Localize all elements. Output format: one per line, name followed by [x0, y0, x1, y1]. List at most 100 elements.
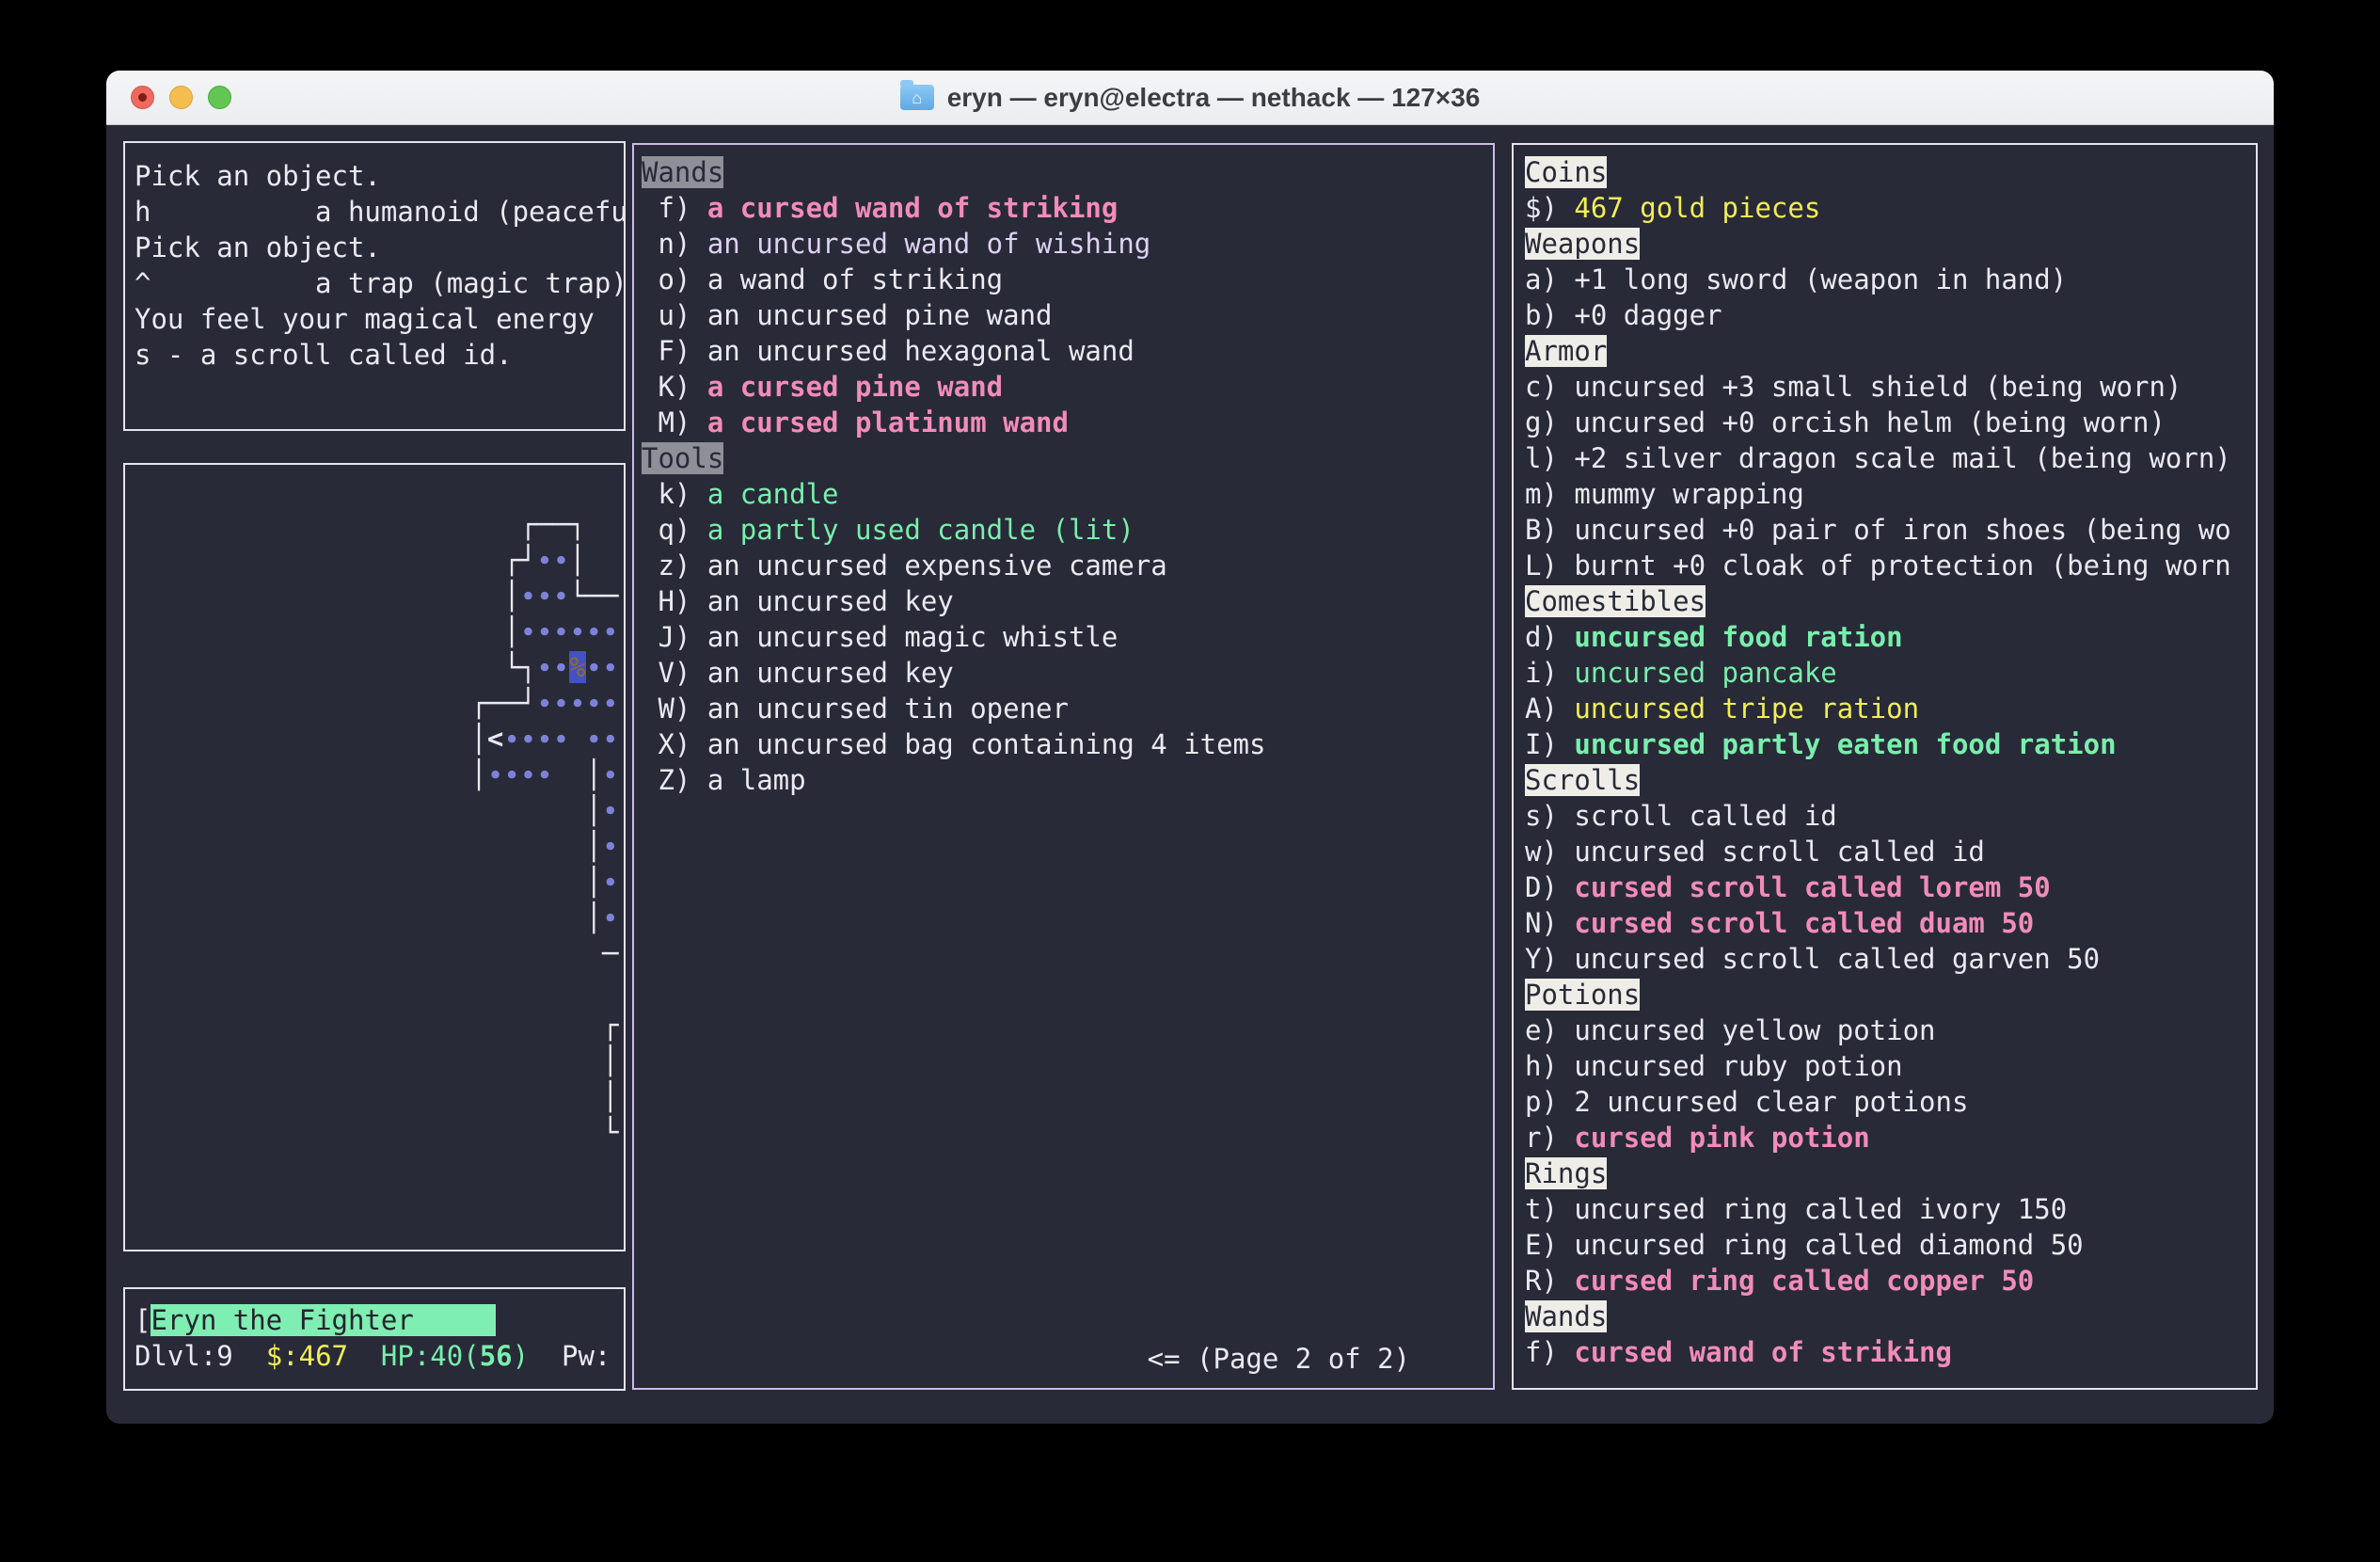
item-selector-letter: q)	[642, 514, 707, 546]
floor-dot: ∙	[520, 580, 536, 612]
inventory-item[interactable]: s) scroll called id	[1525, 798, 2256, 834]
inventory-item[interactable]: e) uncursed yellow potion	[1525, 1012, 2256, 1048]
inventory-item[interactable]: q) a partly used candle (lit)	[642, 512, 1493, 548]
inventory-item[interactable]: R) cursed ring called copper 50	[1525, 1263, 2256, 1299]
item-selector-letter: g)	[1525, 406, 1574, 438]
floor-dot: ∙	[536, 651, 552, 683]
item-selector-letter: H)	[642, 585, 707, 617]
floor-dot: ∙	[602, 651, 618, 683]
close-button[interactable]	[131, 86, 154, 109]
floor-dot: ∙	[586, 687, 602, 719]
floor-dot: ∙	[503, 723, 519, 755]
inventory-item[interactable]: I) uncursed partly eaten food ration	[1525, 726, 2256, 762]
inventory-item[interactable]: M) a cursed platinum wand	[642, 405, 1493, 440]
inventory-item[interactable]: h) uncursed ruby potion	[1525, 1048, 2256, 1084]
inventory-item[interactable]: B) uncursed +0 pair of iron shoes (being…	[1525, 512, 2256, 548]
floor-dot: ∙	[553, 651, 569, 683]
inventory-item[interactable]: p) 2 uncursed clear potions	[1525, 1084, 2256, 1120]
inventory-item[interactable]: K) a cursed pine wand	[642, 369, 1493, 405]
map-row: │∙∙∙└──	[142, 578, 624, 614]
inventory-item[interactable]: V) an uncursed key	[642, 655, 1493, 691]
item-label: a wand of striking	[707, 263, 1003, 295]
item-selector-letter: a)	[1525, 263, 1574, 295]
map-row: ┌	[142, 1007, 624, 1043]
inventory-item[interactable]: W) an uncursed tin opener	[642, 691, 1493, 726]
inventory-item[interactable]: D) cursed scroll called lorem 50	[1525, 869, 2256, 905]
inventory-item[interactable]: Z) a lamp	[642, 762, 1493, 798]
item-selector-letter: l)	[1525, 442, 1574, 474]
wall-glyph: │	[569, 544, 585, 576]
floor-dot: ∙	[520, 758, 536, 790]
item-selector-letter: Z)	[642, 764, 707, 796]
inventory-item[interactable]: d) uncursed food ration	[1525, 619, 2256, 655]
inventory-item[interactable]: o) a wand of striking	[642, 262, 1493, 297]
inventory-item[interactable]: X) an uncursed bag containing 4 items	[642, 726, 1493, 762]
item-label: an uncursed bag containing 4 items	[707, 728, 1266, 760]
inventory-item[interactable]: a) +1 long sword (weapon in hand)	[1525, 262, 2256, 297]
inventory-item[interactable]: f) cursed wand of striking	[1525, 1334, 2256, 1370]
map-row: ─	[142, 935, 624, 971]
inventory-item[interactable]: z) an uncursed expensive camera	[642, 548, 1493, 583]
map-row: │∙∙∙∙∙∙	[142, 614, 624, 649]
wall-glyph: │	[470, 723, 486, 755]
floor-dot: ∙	[487, 758, 503, 790]
item-label: uncursed ring called diamond 50	[1574, 1229, 2083, 1261]
item-label: an uncursed key	[707, 585, 954, 617]
inventory-item[interactable]: b) +0 dagger	[1525, 297, 2256, 333]
item-selector-letter: L)	[1525, 550, 1574, 582]
inventory-item[interactable]: w) uncursed scroll called id	[1525, 834, 2256, 869]
item-label: scroll called id	[1574, 800, 1836, 832]
inventory-item[interactable]: l) +2 silver dragon scale mail (being wo…	[1525, 440, 2256, 476]
inventory-item[interactable]: E) uncursed ring called diamond 50	[1525, 1227, 2256, 1263]
wall-glyph: │	[586, 794, 602, 826]
inventory-item[interactable]: N) cursed scroll called duam 50	[1525, 905, 2256, 941]
floor-dot: ∙	[553, 544, 569, 576]
minimize-button[interactable]	[169, 86, 193, 109]
item-selector-letter: t)	[1525, 1193, 1574, 1225]
inventory-item[interactable]: t) uncursed ring called ivory 150	[1525, 1191, 2256, 1227]
inventory-item[interactable]: J) an uncursed magic whistle	[642, 619, 1493, 655]
floor-dot: ∙	[569, 687, 585, 719]
item-label: an uncursed pine wand	[707, 299, 1053, 331]
wall-glyph: ┌	[520, 508, 536, 540]
inventory-item[interactable]: F) an uncursed hexagonal wand	[642, 333, 1493, 369]
item-label: uncursed scroll called id	[1574, 836, 1985, 868]
floor-dot: ∙	[602, 794, 618, 826]
inventory-item[interactable]: k) a candle	[642, 476, 1493, 512]
item-selector-letter: F)	[642, 335, 707, 367]
item-label: uncursed scroll called garven 50	[1574, 943, 2100, 975]
inventory-item[interactable]: i) uncursed pancake	[1525, 655, 2256, 691]
inventory-item[interactable]: $) 467 gold pieces	[1525, 190, 2256, 226]
inventory-item[interactable]: g) uncursed +0 orcish helm (being worn)	[1525, 405, 2256, 440]
floor-dot: ∙	[602, 758, 618, 790]
wall-glyph: ┌	[470, 687, 486, 719]
item-selector-letter: i)	[1525, 657, 1574, 689]
wall-glyph: └	[602, 1116, 618, 1148]
inventory-section-header: Potions	[1525, 979, 1640, 1011]
title-bar[interactable]: ⌂ eryn — eryn@electra — nethack — 127×36	[106, 71, 2274, 125]
inventory-item[interactable]: m) mummy wrapping	[1525, 476, 2256, 512]
floor-dot: ∙	[586, 723, 602, 755]
wall-glyph: │	[586, 866, 602, 898]
item-selector-letter: M)	[642, 406, 707, 438]
floor-dot: ∙	[536, 723, 552, 755]
map-row	[142, 1186, 624, 1221]
item-selector-letter: o)	[642, 263, 707, 295]
floor-dot: ∙	[586, 651, 602, 683]
inventory-item[interactable]: L) burnt +0 cloak of protection (being w…	[1525, 548, 2256, 583]
floor-dot: ∙	[536, 544, 552, 576]
inventory-item[interactable]: Y) uncursed scroll called garven 50	[1525, 941, 2256, 977]
map-row	[142, 1221, 624, 1257]
inventory-item[interactable]: H) an uncursed key	[642, 583, 1493, 619]
map-row: │∙	[142, 828, 624, 864]
inventory-item[interactable]: f) a cursed wand of striking	[642, 190, 1493, 226]
item-label: uncursed +0 orcish helm (being worn)	[1574, 406, 2166, 438]
zoom-button[interactable]	[208, 86, 231, 109]
inventory-item[interactable]: n) an uncursed wand of wishing	[642, 226, 1493, 262]
inventory-item[interactable]: r) cursed pink potion	[1525, 1120, 2256, 1156]
status-line1: [Eryn the Fighter	[135, 1302, 624, 1338]
item-selector-letter: R)	[1525, 1265, 1574, 1297]
inventory-item[interactable]: A) uncursed tripe ration	[1525, 691, 2256, 726]
inventory-item[interactable]: c) uncursed +3 small shield (being worn)	[1525, 369, 2256, 405]
inventory-item[interactable]: u) an uncursed pine wand	[642, 297, 1493, 333]
